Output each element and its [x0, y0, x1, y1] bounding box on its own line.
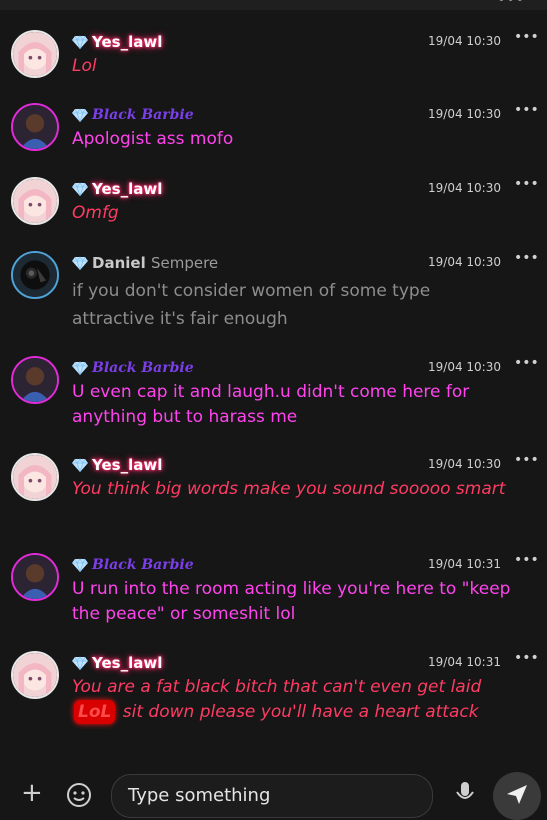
author-last-name: Sempere [150, 254, 219, 272]
diamond-badge-icon [72, 361, 88, 375]
microphone-icon[interactable] [455, 780, 475, 806]
message-input-placeholder: Type something [128, 785, 271, 806]
more-icon[interactable]: ••• [514, 176, 539, 192]
author-name[interactable]: Black Barbie [92, 557, 194, 573]
message-text: U run into the room acting like you're h… [72, 579, 511, 624]
avatar[interactable] [11, 30, 59, 78]
previous-message-edge: ••• [0, 0, 547, 10]
avatar[interactable] [11, 251, 59, 299]
more-icon[interactable]: ••• [514, 552, 539, 568]
avatar[interactable] [11, 356, 59, 404]
timestamp: 19/04 10:30 [428, 181, 501, 195]
message-text-part: You are a fat black bitch that can't eve… [72, 677, 482, 697]
message-text: Omfg [72, 203, 119, 223]
diamond-badge-icon [72, 256, 88, 270]
timestamp: 19/04 10:31 [428, 557, 501, 571]
message-text: U even cap it and laugh.u didn't come he… [72, 382, 470, 427]
author-name[interactable]: Black Barbie [92, 107, 194, 123]
more-icon[interactable]: ••• [514, 355, 539, 371]
avatar[interactable] [11, 177, 59, 225]
timestamp: 19/04 10:30 [428, 255, 501, 269]
more-icon[interactable]: ••• [497, 0, 525, 8]
avatar[interactable] [11, 553, 59, 601]
diamond-badge-icon [72, 182, 88, 196]
send-icon [507, 785, 527, 804]
emoji-icon[interactable] [66, 782, 92, 808]
message-text: You think big words make you sound soooo… [72, 479, 506, 499]
avatar[interactable] [11, 103, 59, 151]
diamond-badge-icon [72, 35, 88, 49]
author-name[interactable]: Black Barbie [92, 360, 194, 376]
message-text: You are a fat black bitch that can't eve… [72, 675, 527, 725]
diamond-badge-icon [72, 458, 88, 472]
message-text: Apologist ass mofo [72, 129, 234, 149]
timestamp: 19/04 10:31 [428, 655, 501, 669]
message-text-part: sit down please you'll have a heart atta… [122, 702, 479, 722]
diamond-badge-icon [72, 656, 88, 670]
author-name[interactable]: Yes_lawl [92, 456, 162, 474]
message-text: if you don't consider women of some type… [72, 281, 431, 329]
send-button[interactable] [493, 772, 541, 820]
message-text: Lol [72, 56, 97, 76]
more-icon[interactable]: ••• [514, 250, 539, 266]
author-name[interactable]: Daniel Sempere [92, 254, 218, 272]
lol-sticker: LoL [74, 700, 116, 724]
author-name[interactable]: Yes_lawl [92, 33, 162, 51]
timestamp: 19/04 10:30 [428, 360, 501, 374]
author-name[interactable]: Yes_lawl [92, 180, 162, 198]
author-name[interactable]: Yes_lawl [92, 654, 162, 672]
message-input[interactable]: Type something [111, 774, 433, 818]
avatar[interactable] [11, 651, 59, 699]
diamond-badge-icon [72, 558, 88, 572]
timestamp: 19/04 10:30 [428, 457, 501, 471]
message-composer: + Type something [0, 766, 547, 820]
more-icon[interactable]: ••• [514, 29, 539, 45]
plus-icon[interactable]: + [21, 780, 43, 806]
more-icon[interactable]: ••• [514, 452, 539, 468]
more-icon[interactable]: ••• [514, 650, 539, 666]
avatar[interactable] [11, 453, 59, 501]
more-icon[interactable]: ••• [514, 102, 539, 118]
timestamp: 19/04 10:30 [428, 34, 501, 48]
diamond-badge-icon [72, 108, 88, 122]
author-first-name: Daniel [92, 254, 146, 272]
timestamp: 19/04 10:30 [428, 107, 501, 121]
